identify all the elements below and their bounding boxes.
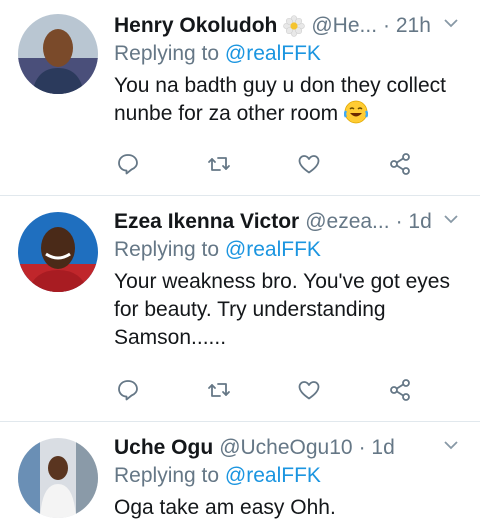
retweet-button[interactable]	[205, 150, 233, 178]
share-button[interactable]	[386, 150, 414, 178]
tweet-text-content: You na badth guy u don they collect nunb…	[114, 74, 446, 125]
display-name[interactable]: Henry Okoludoh	[114, 14, 277, 38]
chevron-down-icon[interactable]	[442, 14, 460, 32]
like-icon	[298, 381, 320, 400]
tweet-text: You na badth guy u don they collect nunb…	[114, 72, 466, 128]
replying-to-label: Replying to	[114, 464, 225, 487]
avatar[interactable]	[18, 212, 98, 292]
mention-link[interactable]: @realFFK	[225, 42, 321, 65]
tweet[interactable]: Ezea Ikenna Victor @ezea... · 1d Replyin…	[0, 196, 480, 422]
retweet-button[interactable]	[205, 376, 233, 404]
reply-button[interactable]	[114, 376, 142, 404]
mention-link[interactable]: @realFFK	[225, 238, 321, 261]
user-handle[interactable]: @UcheOgu10	[219, 436, 352, 460]
share-button[interactable]	[386, 376, 414, 404]
timestamp[interactable]: · 1d	[396, 210, 432, 234]
tweet[interactable]: Henry Okoludoh @He... · 21h Replying to …	[0, 0, 480, 196]
tweet-text: Oga take am easy Ohh.	[114, 496, 336, 519]
face-with-tears-of-joy-icon	[343, 100, 369, 124]
avatar[interactable]	[18, 438, 98, 518]
user-handle[interactable]: @ezea...	[305, 210, 389, 234]
timestamp[interactable]: · 1d	[359, 436, 395, 460]
chevron-down-icon[interactable]	[442, 210, 460, 228]
tweet[interactable]: Uche Ogu @UcheOgu10 · 1d Replying to @re…	[0, 422, 480, 530]
display-name[interactable]: Uche Ogu	[114, 436, 213, 460]
replying-to: Replying to @realFFK	[114, 42, 466, 70]
replying-to-label: Replying to	[114, 238, 225, 261]
replying-to: Replying to @realFFK	[114, 464, 466, 492]
retweet-icon	[207, 383, 230, 397]
share-icon	[390, 153, 410, 175]
reply-icon	[118, 154, 138, 175]
tweet-actions	[114, 150, 414, 178]
tweet-actions	[114, 376, 414, 404]
chevron-down-icon[interactable]	[442, 436, 460, 454]
user-handle[interactable]: @He...	[311, 14, 377, 38]
like-button[interactable]	[295, 376, 323, 404]
like-icon	[298, 155, 320, 174]
share-icon	[390, 379, 410, 401]
timestamp[interactable]: · 21h	[383, 14, 431, 38]
flower-icon	[283, 15, 306, 37]
avatar[interactable]	[18, 14, 98, 94]
reply-button[interactable]	[114, 150, 142, 178]
display-name[interactable]: Ezea Ikenna Victor	[114, 210, 299, 234]
replying-to-label: Replying to	[114, 42, 225, 65]
mention-link[interactable]: @realFFK	[225, 464, 321, 487]
reply-icon	[118, 380, 138, 401]
like-button[interactable]	[295, 150, 323, 178]
tweet-text: Your weakness bro. You've got eyes for b…	[114, 270, 450, 349]
retweet-icon	[207, 157, 230, 171]
replying-to: Replying to @realFFK	[114, 238, 466, 266]
